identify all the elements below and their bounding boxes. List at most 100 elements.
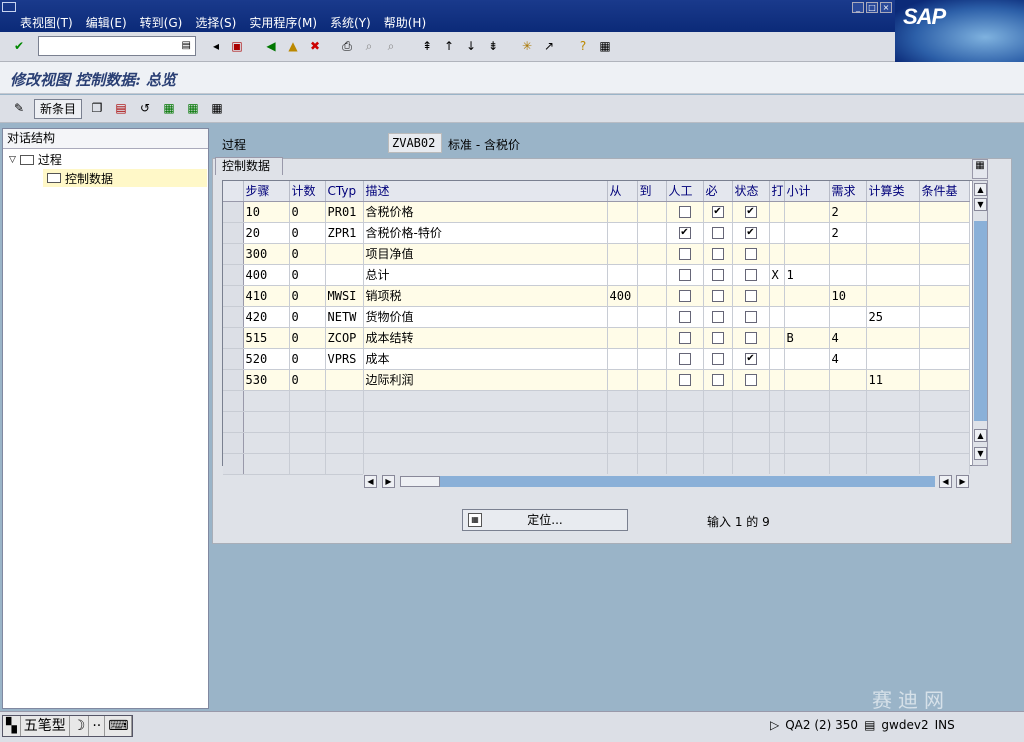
row-selector[interactable] <box>223 264 244 286</box>
tree-node-procedure[interactable]: ▽ 过程 <box>9 151 62 168</box>
checkbox-cell[interactable] <box>703 327 733 349</box>
column-header[interactable]: 计数 <box>289 181 326 202</box>
table-cell-step[interactable]: 400 <box>243 264 290 286</box>
checkbox[interactable] <box>711 227 724 239</box>
row-selector[interactable] <box>223 390 244 412</box>
table-cell-base[interactable] <box>919 264 970 286</box>
table-cell-step[interactable]: 20 <box>243 222 290 244</box>
table-cell-desc[interactable]: 项目净值 <box>363 243 608 265</box>
menu-item[interactable]: 选择(S) <box>195 14 236 31</box>
checkbox-cell[interactable] <box>703 306 733 328</box>
checkbox[interactable] <box>744 269 757 281</box>
table-cell-count[interactable]: 0 <box>289 306 326 328</box>
checkbox[interactable] <box>711 311 724 323</box>
table-cell-to[interactable] <box>637 348 667 370</box>
checkbox-cell[interactable] <box>703 348 733 370</box>
row-selector[interactable] <box>223 285 244 307</box>
table-cell-req[interactable]: 10 <box>829 285 867 307</box>
table-cell-ctyp[interactable]: ZCOP <box>325 327 364 349</box>
table-cell-subtotal[interactable] <box>784 222 830 244</box>
checkbox[interactable] <box>678 311 691 323</box>
checkbox-cell[interactable] <box>666 369 704 391</box>
new-entries-button[interactable]: 新条目 <box>34 99 83 119</box>
table-cell-desc[interactable]: 总计 <box>363 264 608 286</box>
checkbox-cell[interactable] <box>732 369 770 391</box>
horizontal-scrollbar[interactable]: ◀ ▶ ◀ ▶ <box>363 474 971 490</box>
table-cell-base[interactable] <box>919 222 970 244</box>
table-cell-req[interactable]: 2 <box>829 201 867 223</box>
table-cell-from[interactable] <box>607 201 638 223</box>
checkbox-cell[interactable] <box>732 306 770 328</box>
checkbox[interactable]: ✔ <box>711 206 724 218</box>
table-cell-desc[interactable]: 含税价格-特价 <box>363 222 608 244</box>
table-cell-count[interactable]: 0 <box>289 201 326 223</box>
table-cell-base[interactable] <box>919 243 970 265</box>
row-selector[interactable] <box>223 369 244 391</box>
menu-item[interactable]: 系统(Y) <box>330 14 371 31</box>
table-cell-count[interactable]: 0 <box>289 348 326 370</box>
menu-item[interactable]: 表视图(T) <box>20 14 73 31</box>
table-cell-desc[interactable]: 边际利润 <box>363 369 608 391</box>
table-cell-ctyp[interactable]: PR01 <box>325 201 364 223</box>
checkbox-cell[interactable] <box>666 285 704 307</box>
ime-punct-icon[interactable]: ·· <box>89 716 106 736</box>
scroll-thumb-horizontal[interactable] <box>400 476 440 487</box>
table-cell-step[interactable]: 300 <box>243 243 290 265</box>
checkbox[interactable]: ✔ <box>744 227 757 239</box>
table-cell-print[interactable] <box>769 222 785 244</box>
table-cell-step[interactable]: 410 <box>243 285 290 307</box>
scroll-right-end-icon[interactable]: ▶ <box>956 475 969 488</box>
checkbox[interactable] <box>744 248 757 260</box>
table-cell-req[interactable] <box>829 243 867 265</box>
table-cell-req[interactable]: 2 <box>829 222 867 244</box>
cancel-icon[interactable]: ✖ <box>306 37 324 55</box>
checkbox-cell[interactable] <box>732 243 770 265</box>
checkbox-cell[interactable]: ✔ <box>732 348 770 370</box>
table-cell-req[interactable]: 4 <box>829 327 867 349</box>
table-cell-to[interactable] <box>637 243 667 265</box>
table-cell-base[interactable] <box>919 306 970 328</box>
ime-logo-icon[interactable]: ▚ <box>3 716 21 736</box>
delete-icon[interactable]: ▤ <box>112 99 130 117</box>
command-field[interactable]: ▤ <box>38 36 196 56</box>
position-button[interactable]: ▦ 定位... <box>462 509 628 531</box>
check-icon[interactable]: ✔ <box>10 37 28 55</box>
table-cell-desc[interactable]: 销项税 <box>363 285 608 307</box>
table-cell-calc[interactable] <box>866 327 920 349</box>
table-cell-print[interactable] <box>769 201 785 223</box>
scroll-up-icon[interactable]: ▲ <box>974 183 987 196</box>
table-cell-count[interactable]: 0 <box>289 285 326 307</box>
menu-item[interactable]: 帮助(H) <box>384 14 426 31</box>
ime-keyboard-icon[interactable]: ⌨ <box>105 716 133 736</box>
column-header[interactable]: 人工 <box>666 181 704 202</box>
checkbox[interactable] <box>711 269 724 281</box>
table-cell-to[interactable] <box>637 201 667 223</box>
vertical-scrollbar[interactable]: ▲ ▼ ▲ ▼ <box>972 180 988 466</box>
column-header[interactable]: 小计 <box>784 181 830 202</box>
table-cell-ctyp[interactable]: MWSI <box>325 285 364 307</box>
column-header[interactable]: 打 <box>769 181 785 202</box>
tree-node-control-data[interactable]: 控制数据 <box>43 169 207 187</box>
checkbox-cell[interactable] <box>703 264 733 286</box>
checkbox-cell[interactable] <box>732 327 770 349</box>
table-cell-base[interactable] <box>919 285 970 307</box>
table-cell-from[interactable] <box>607 243 638 265</box>
table-cell-req[interactable] <box>829 306 867 328</box>
table-cell-req[interactable]: 4 <box>829 348 867 370</box>
checkbox[interactable] <box>744 374 757 386</box>
ime-mode-label[interactable]: 五笔型 <box>21 716 70 736</box>
row-selector[interactable] <box>223 453 244 475</box>
checkbox-cell[interactable] <box>666 243 704 265</box>
table-cell-ctyp[interactable] <box>325 369 364 391</box>
table-cell-to[interactable] <box>637 306 667 328</box>
checkbox[interactable]: ✔ <box>744 353 757 365</box>
deselect-all-icon[interactable]: ▦ <box>208 99 226 117</box>
row-selector[interactable] <box>223 306 244 328</box>
row-selector-header[interactable] <box>223 181 244 202</box>
column-header[interactable]: 计算类 <box>866 181 920 202</box>
checkbox[interactable] <box>678 374 691 386</box>
table-cell-count[interactable]: 0 <box>289 264 326 286</box>
layout-icon[interactable]: ▦ <box>596 37 614 55</box>
scroll-left-icon[interactable]: ◀ <box>364 475 377 488</box>
checkbox[interactable] <box>678 206 691 218</box>
